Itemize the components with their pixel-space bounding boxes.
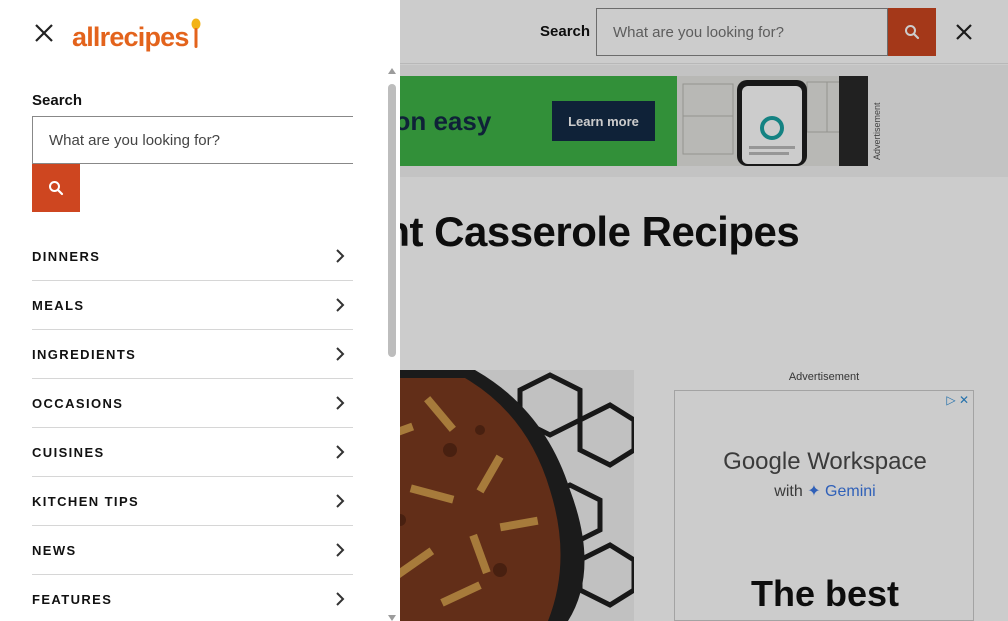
- nav-item-label: KITCHEN TIPS: [32, 493, 140, 509]
- chevron-right-icon: [336, 347, 345, 361]
- nav-item-label: NEWS: [32, 542, 77, 558]
- scroll-down-arrow-icon[interactable]: [388, 615, 396, 621]
- chevron-right-icon: [336, 249, 345, 263]
- chevron-right-icon: [336, 592, 345, 606]
- allrecipes-logo[interactable]: allrecipes: [72, 17, 201, 51]
- nav-item-kitchen-tips[interactable]: KITCHEN TIPS: [32, 477, 353, 526]
- chevron-right-icon: [336, 396, 345, 410]
- nav-drawer: allrecipes Search DINNERS MEALS INGREDIE…: [0, 0, 400, 621]
- chevron-right-icon: [336, 494, 345, 508]
- chevron-right-icon: [336, 298, 345, 312]
- nav-item-dinners[interactable]: DINNERS: [32, 232, 353, 281]
- drawer-search-button[interactable]: [32, 164, 80, 212]
- drawer-search-input[interactable]: [32, 116, 353, 164]
- nav-item-ingredients[interactable]: INGREDIENTS: [32, 330, 353, 379]
- logo-text: allrecipes: [72, 22, 189, 52]
- nav-item-label: INGREDIENTS: [32, 346, 137, 362]
- drawer-scrollbar[interactable]: [386, 68, 398, 621]
- nav-item-label: FEATURES: [32, 591, 113, 607]
- nav-item-occasions[interactable]: OCCASIONS: [32, 379, 353, 428]
- scrollbar-thumb[interactable]: [388, 84, 396, 357]
- drawer-search-label: Search: [32, 92, 83, 109]
- nav-item-news[interactable]: NEWS: [32, 526, 353, 575]
- nav-item-label: MEALS: [32, 297, 85, 313]
- nav-item-meals[interactable]: MEALS: [32, 281, 353, 330]
- nav-item-label: DINNERS: [32, 248, 101, 264]
- nav-item-features[interactable]: FEATURES: [32, 575, 353, 621]
- nav-item-cuisines[interactable]: CUISINES: [32, 428, 353, 477]
- chevron-right-icon: [336, 543, 345, 557]
- spoon-icon: [191, 18, 201, 48]
- close-icon[interactable]: [32, 21, 56, 45]
- drawer-nav: DINNERS MEALS INGREDIENTS OCCASIONS CUIS…: [32, 232, 353, 621]
- scroll-up-arrow-icon[interactable]: [388, 68, 396, 74]
- chevron-right-icon: [336, 445, 345, 459]
- nav-item-label: OCCASIONS: [32, 395, 124, 411]
- nav-item-label: CUISINES: [32, 444, 105, 460]
- search-icon: [49, 181, 64, 196]
